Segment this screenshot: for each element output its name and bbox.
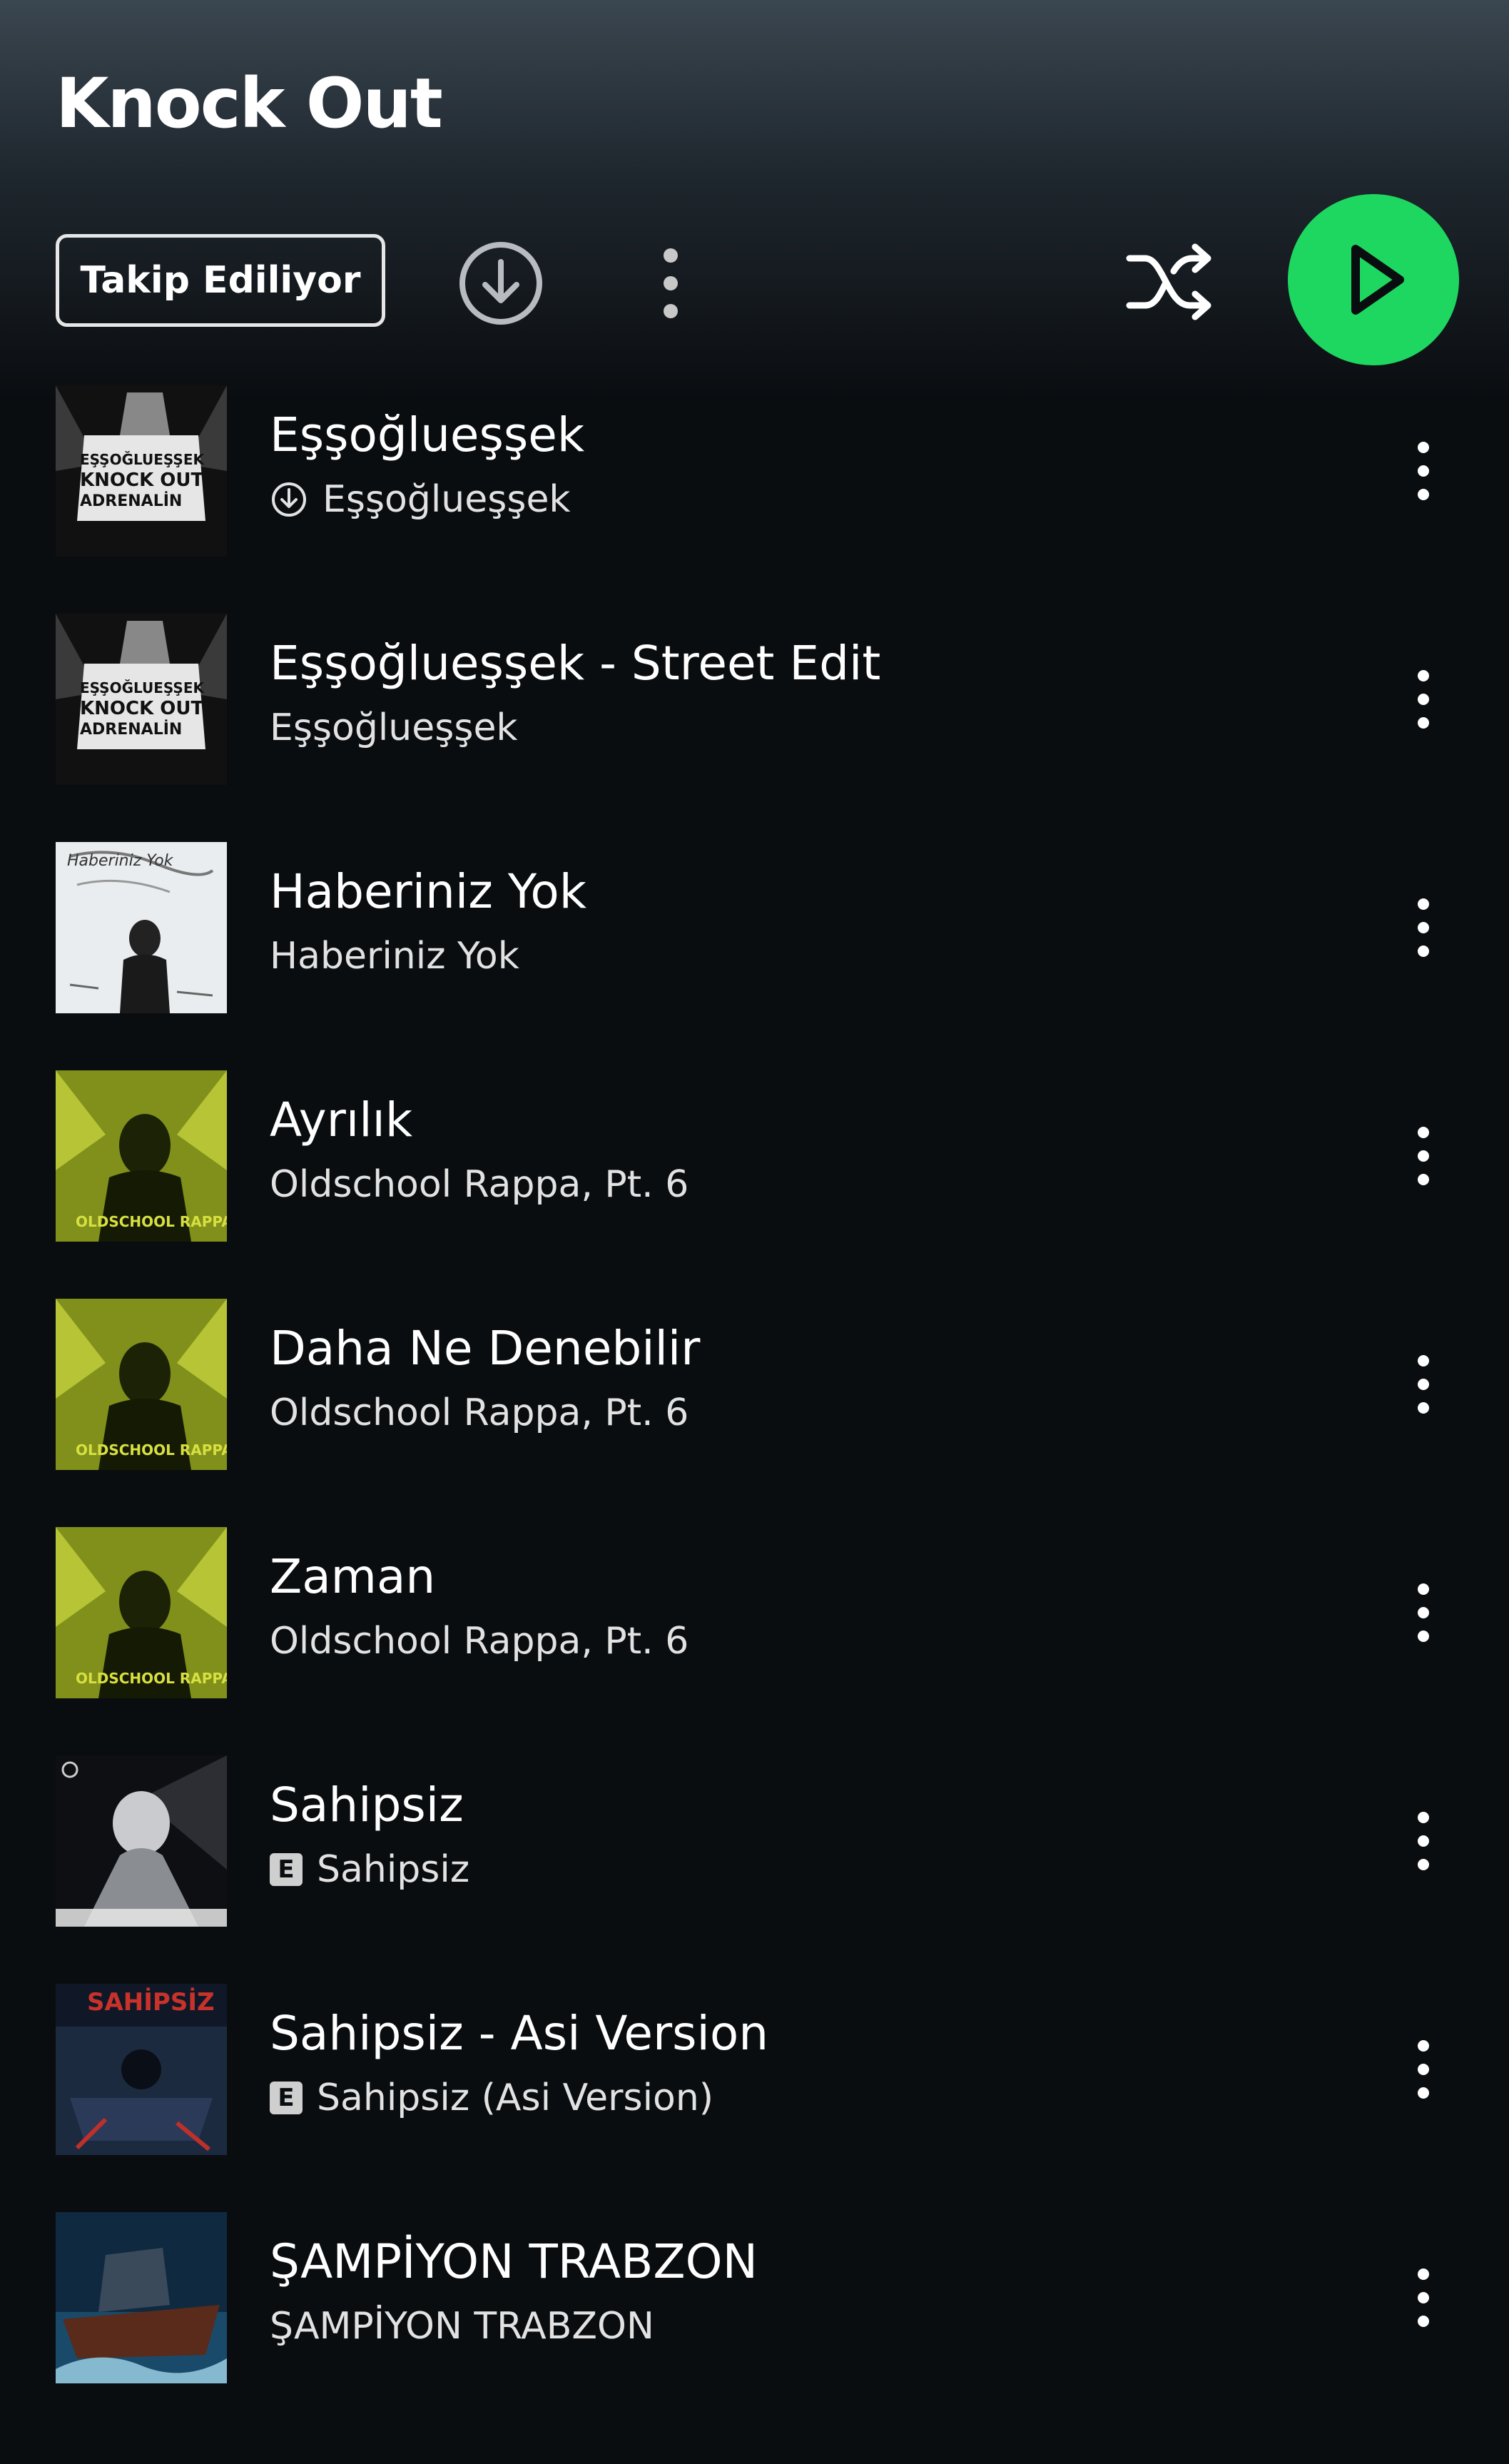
follow-button[interactable]: Takip Ediliyor — [56, 234, 385, 327]
vertical-dots-icon — [1418, 1583, 1429, 1642]
play-button[interactable] — [1288, 194, 1459, 365]
track-subtitle: Eşşoğlueşşek — [270, 706, 518, 749]
track-more-button[interactable] — [1398, 892, 1448, 963]
track-more-button[interactable] — [1398, 1120, 1448, 1192]
track-title: Sahipsiz — [270, 1778, 464, 1832]
cover-text: KNOCK OUT — [80, 470, 204, 491]
track-title: ŞAMPİYON TRABZON — [270, 2234, 758, 2289]
header-background — [0, 0, 1509, 400]
cover-text: EŞŞOĞLUEŞŞEK — [80, 679, 204, 696]
track-subtitle-row: Oldschool Rappa, Pt. 6 — [270, 1390, 689, 1436]
vertical-dots-icon — [1418, 442, 1429, 500]
downloaded-icon — [270, 480, 308, 519]
track-title: Sahipsiz - Asi Version — [270, 2006, 769, 2061]
cover-art — [56, 1755, 227, 1927]
track-more-button[interactable] — [1398, 1805, 1448, 1877]
play-icon — [1351, 245, 1404, 315]
album-cover: SAHİPSİZ — [56, 1984, 227, 2155]
vertical-dots-icon — [1418, 2268, 1429, 2327]
vertical-dots-icon — [1418, 1812, 1429, 1870]
track-subtitle-row: Oldschool Rappa, Pt. 6 — [270, 1162, 689, 1207]
track-more-button[interactable] — [1398, 2034, 1448, 2105]
cover-art — [56, 2212, 227, 2383]
track-row[interactable]: OLDSCHOOL RAPPA Daha Ne Denebilir Oldsch… — [0, 1299, 1509, 1527]
track-subtitle-row: ŞAMPİYON TRABZON — [270, 2303, 654, 2349]
track-row[interactable]: SAHİPSİZ Sahipsiz - Asi Version E Sahips… — [0, 1984, 1509, 2212]
track-more-button[interactable] — [1398, 2262, 1448, 2333]
track-row[interactable]: EŞŞOĞLUEŞŞEK KNOCK OUT ADRENALİN Eşşoğlu… — [0, 385, 1509, 614]
track-row[interactable]: ŞAMPİYON TRABZON ŞAMPİYON TRABZON — [0, 2212, 1509, 2440]
track-subtitle: Sahipsiz (Asi Version) — [317, 2077, 714, 2119]
track-subtitle-row: Haberiniz Yok — [270, 933, 519, 979]
track-row[interactable]: Sahipsiz E Sahipsiz — [0, 1755, 1509, 1984]
album-cover: OLDSCHOOL RAPPA — [56, 1299, 227, 1470]
track-row[interactable]: Haberiniz Yok Haberiniz Yok Haberiniz Yo… — [0, 842, 1509, 1070]
track-subtitle: Oldschool Rappa, Pt. 6 — [270, 1163, 689, 1206]
shuffle-icon — [1126, 243, 1211, 320]
album-cover — [56, 1755, 227, 1927]
album-cover: EŞŞOĞLUEŞŞEK KNOCK OUT ADRENALİN — [56, 385, 227, 557]
track-subtitle: Haberiniz Yok — [270, 935, 519, 978]
track-more-button[interactable] — [1398, 1349, 1448, 1420]
explicit-icon: E — [270, 1853, 303, 1886]
cover-text: Haberiniz Yok — [67, 852, 173, 870]
track-subtitle-row: Eşşoğlueşşek — [270, 477, 571, 522]
track-title: Zaman — [270, 1549, 436, 1604]
album-cover: Haberiniz Yok — [56, 842, 227, 1013]
track-subtitle: ŞAMPİYON TRABZON — [270, 2305, 654, 2348]
shuffle-button[interactable] — [1120, 232, 1220, 332]
cover-text: KNOCK OUT — [80, 698, 204, 719]
vertical-dots-icon — [1418, 1355, 1429, 1414]
vertical-dots-icon — [1418, 898, 1429, 957]
track-subtitle-row: Eşşoğlueşşek — [270, 705, 518, 751]
vertical-dots-icon — [664, 248, 678, 318]
cover-text: OLDSCHOOL RAPPA — [76, 1670, 227, 1687]
track-title: Ayrılık — [270, 1092, 413, 1147]
track-subtitle-row: Oldschool Rappa, Pt. 6 — [270, 1618, 689, 1664]
track-subtitle: Oldschool Rappa, Pt. 6 — [270, 1620, 689, 1663]
track-subtitle: Oldschool Rappa, Pt. 6 — [270, 1391, 689, 1434]
explicit-icon: E — [270, 2082, 303, 2114]
cover-text: SAHİPSİZ — [87, 1988, 215, 2017]
cover-text: ADRENALİN — [80, 492, 183, 510]
track-subtitle-row: E Sahipsiz — [270, 1847, 469, 1892]
album-cover: EŞŞOĞLUEŞŞEK KNOCK OUT ADRENALİN — [56, 614, 227, 785]
artist-more-button[interactable] — [642, 239, 699, 328]
track-more-button[interactable] — [1398, 435, 1448, 507]
download-button[interactable] — [457, 239, 545, 328]
cover-text: ADRENALİN — [80, 721, 183, 739]
vertical-dots-icon — [1418, 670, 1429, 729]
track-row[interactable]: EŞŞOĞLUEŞŞEK KNOCK OUT ADRENALİN Eşşoğlu… — [0, 614, 1509, 842]
track-title: Eşşoğlueşşek — [270, 407, 585, 462]
album-cover — [56, 2212, 227, 2383]
track-row[interactable]: OLDSCHOOL RAPPA Ayrılık Oldschool Rappa,… — [0, 1070, 1509, 1299]
cover-text: OLDSCHOOL RAPPA — [76, 1213, 227, 1230]
track-title: Haberiniz Yok — [270, 864, 586, 919]
album-cover: OLDSCHOOL RAPPA — [56, 1070, 227, 1242]
track-title: Daha Ne Denebilir — [270, 1321, 701, 1376]
track-subtitle: Eşşoğlueşşek — [322, 478, 571, 521]
album-cover: OLDSCHOOL RAPPA — [56, 1527, 227, 1698]
cover-text: OLDSCHOOL RAPPA — [76, 1441, 227, 1459]
track-more-button[interactable] — [1398, 664, 1448, 735]
vertical-dots-icon — [1418, 2040, 1429, 2099]
page-title: Knock Out — [56, 64, 443, 143]
cover-text: EŞŞOĞLUEŞŞEK — [80, 451, 204, 468]
track-title: Eşşoğlueşşek - Street Edit — [270, 636, 881, 691]
track-subtitle: Sahipsiz — [317, 1848, 470, 1891]
track-row[interactable]: OLDSCHOOL RAPPA Zaman Oldschool Rappa, P… — [0, 1527, 1509, 1755]
vertical-dots-icon — [1418, 1127, 1429, 1185]
track-more-button[interactable] — [1398, 1577, 1448, 1648]
track-subtitle-row: E Sahipsiz (Asi Version) — [270, 2075, 713, 2121]
download-circle-icon — [459, 242, 542, 325]
